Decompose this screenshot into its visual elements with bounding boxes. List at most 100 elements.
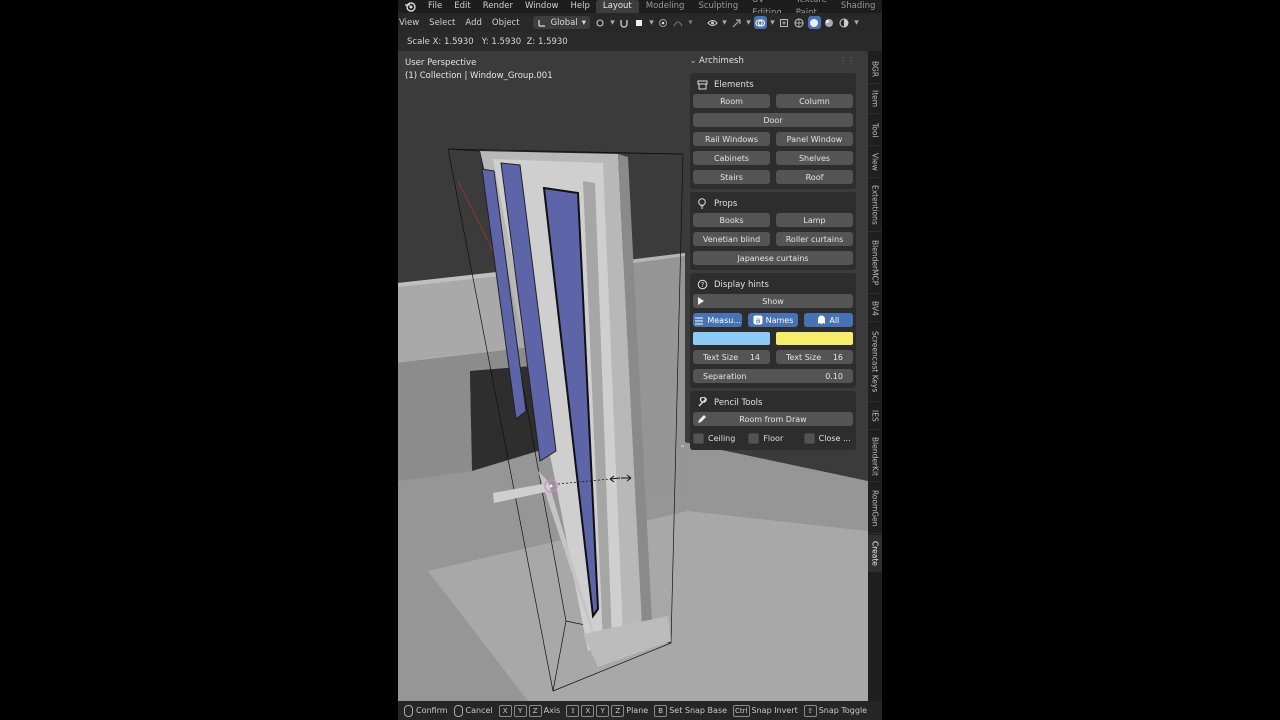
roller-curtains-button[interactable]: Roller curtains [776,232,853,246]
chevron-down-icon[interactable]: ▾ [745,16,752,29]
tab-sculpting[interactable]: Sculpting [691,0,745,13]
menu-edit[interactable]: Edit [448,0,476,13]
japanese-curtains-button[interactable]: Japanese curtains [693,251,853,265]
menu-view[interactable]: View [398,18,424,28]
material-shading-icon[interactable] [823,16,836,29]
text-size-value: 14 [749,352,760,362]
chevron-down-icon[interactable]: ▾ [769,16,776,29]
tab-tool[interactable]: Tool [868,115,882,146]
falloff-icon[interactable] [672,16,685,29]
svg-text:a: a [755,316,760,325]
door-button[interactable]: Door [693,113,853,127]
key-b: B [654,704,668,717]
rail-windows-button[interactable]: Rail Windows [693,132,770,146]
transform-orientation-icon [537,19,545,27]
props-header[interactable]: Props [693,194,853,213]
menu-window[interactable]: Window [519,0,565,13]
room-from-draw-label: Room from Draw [739,414,807,424]
display-hints-header[interactable]: ? Display hints [693,275,853,294]
orientation-select[interactable]: Global ▾ [532,16,590,29]
show-hints-button[interactable]: Show [693,294,853,308]
chevron-down-icon[interactable]: ▾ [648,16,655,29]
chevron-down-icon[interactable]: ▾ [687,16,694,29]
tab-roomgen[interactable]: RoomGen [868,483,882,534]
tab-view[interactable]: View [868,147,882,178]
drag-grip-icon[interactable]: ⋮⋮ [839,56,855,65]
pivot-icon[interactable] [594,16,607,29]
all-toggle[interactable]: All [803,313,853,327]
key-z: Z [611,704,625,717]
gizmo-icon[interactable] [730,16,743,29]
room-from-draw-button[interactable]: Room from Draw [693,412,853,426]
blender-logo-icon[interactable] [404,1,416,12]
elements-header[interactable]: Elements [693,75,853,94]
tab-item[interactable]: Item [868,85,882,114]
elements-title: Elements [714,79,754,90]
measures-toggle[interactable]: Measu... [693,313,743,327]
names-toggle[interactable]: a Names [748,313,798,327]
chevron-down-icon[interactable]: ▾ [853,16,860,29]
wireframe-shading-icon[interactable] [793,16,806,29]
3d-viewport[interactable]: User Perspective (1) Collection | Window… [398,51,868,701]
name-color-swatch[interactable] [776,332,853,345]
tab-shading[interactable]: Shading [834,0,882,13]
venetian-blind-button[interactable]: Venetian blind [693,232,770,246]
menu-render[interactable]: Render [477,0,519,13]
checkbox-box [693,432,704,444]
overlays-icon[interactable] [753,16,767,29]
pencil-tools-header[interactable]: Pencil Tools [693,393,853,412]
lamp-button[interactable]: Lamp [776,213,853,227]
tab-bgr[interactable]: BGR [868,55,882,84]
xray-icon[interactable] [778,16,791,29]
shelves-button[interactable]: Shelves [776,151,853,165]
measure-color-swatch[interactable] [693,332,770,345]
props-title: Props [714,198,738,209]
panel-window-button[interactable]: Panel Window [776,132,853,146]
text-size-field-left[interactable]: Text Size 14 [693,350,770,364]
close-label: Close ... [818,433,851,443]
proportional-edit-icon[interactable] [657,16,670,29]
rendered-shading-icon[interactable] [838,16,851,29]
cabinets-button[interactable]: Cabinets [693,151,770,165]
tab-ies[interactable]: IES [868,403,882,430]
tab-blendermcp[interactable]: BlenderMCP [868,233,882,294]
books-button[interactable]: Books [693,213,770,227]
text-size-field-right[interactable]: Text Size 16 [776,350,853,364]
chevron-down-icon[interactable]: ▾ [721,16,728,29]
room-button[interactable]: Room [693,94,770,108]
menu-file[interactable]: File [422,0,448,13]
menu-select[interactable]: Select [424,18,460,28]
viewport-header: View Select Add Object Global ▾ ▾ ▾ ▾ ▾ … [398,13,882,32]
tab-extentions[interactable]: Extentions [868,179,882,232]
tab-blenderkit[interactable]: BlenderKit [868,431,882,482]
tab-screencast-keys[interactable]: Screencast Keys [868,323,882,402]
lightbulb-icon [695,198,709,210]
floor-checkbox[interactable]: Floor [748,431,797,445]
menu-help[interactable]: Help [564,0,595,13]
snap-toggle-hint: ⇧ Snap Toggle [803,704,867,717]
ceiling-checkbox[interactable]: Ceiling [693,431,742,445]
snap-target-icon[interactable] [633,16,646,29]
viewport-info: User Perspective (1) Collection | Window… [405,57,553,83]
stairs-button[interactable]: Stairs [693,170,770,184]
separation-field[interactable]: Separation 0.10 [693,369,853,383]
text-size-label: Text Size [786,352,822,362]
menu-add[interactable]: Add [460,18,486,28]
chevron-down-icon: ⌄ [689,55,697,66]
tab-layout[interactable]: Layout [595,0,639,13]
chevron-down-icon[interactable]: ▾ [609,16,616,29]
panel-header[interactable]: ⌄ Archimesh ⋮⋮ [687,51,859,70]
menu-object[interactable]: Object [487,18,525,28]
roof-button[interactable]: Roof [776,170,853,184]
close-checkbox[interactable]: Close ... [803,431,853,445]
tab-create[interactable]: Create [868,535,882,572]
tab-modeling[interactable]: Modeling [639,0,692,13]
tab-bv4[interactable]: BV4 [868,295,882,322]
separation-label: Separation [703,371,747,381]
operator-status-line: Scale X: 1.5930 Y: 1.5930 Z: 1.5930 [398,32,882,51]
magnet-snap-icon[interactable] [618,16,631,29]
solid-shading-icon[interactable] [807,16,821,29]
visibility-eye-icon[interactable] [706,16,719,29]
text-size-label: Text Size [703,352,739,362]
column-button[interactable]: Column [776,94,853,108]
